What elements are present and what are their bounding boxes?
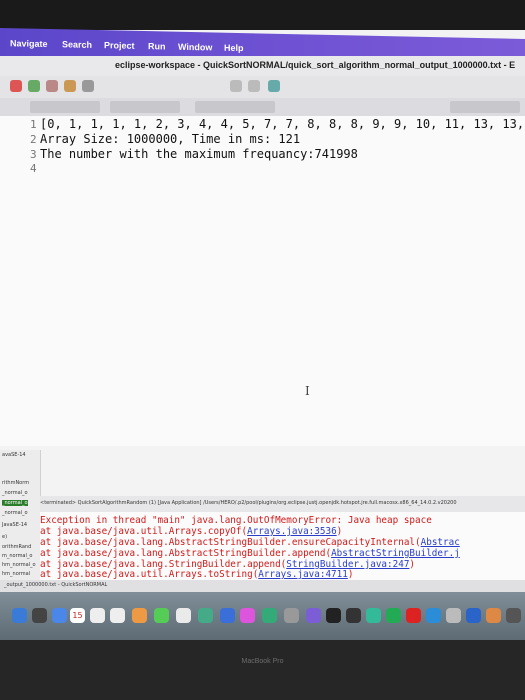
back-icon[interactable]: [230, 80, 242, 92]
safari-icon[interactable]: [52, 608, 67, 623]
line-number: 4: [30, 162, 37, 175]
text-cursor-icon: I: [305, 384, 310, 398]
stack-link[interactable]: Arrays.java:4711: [258, 569, 348, 580]
numbers-icon[interactable]: [262, 608, 277, 623]
tree-item[interactable]: JavaSE-14: [2, 522, 27, 528]
tree-item[interactable]: e): [2, 534, 7, 540]
console-line: at java.base/java.lang.AbstractStringBui…: [40, 548, 460, 559]
pin-icon[interactable]: [268, 80, 280, 92]
console-terminated-label: <terminated> QuickSortAlgorithmRandom (1…: [40, 500, 457, 506]
console-text: Exception in thread "main" java.lang.Out…: [40, 515, 432, 526]
menu-project[interactable]: Project: [104, 40, 135, 51]
reminders-icon[interactable]: [110, 608, 125, 623]
stack-link[interactable]: Abstrac: [421, 537, 460, 548]
title-bar: eclipse-workspace - QuickSortNORMAL/quic…: [0, 56, 525, 78]
menu-run[interactable]: Run: [148, 41, 166, 51]
console-header: <terminated> QuickSortAlgorithmRandom (1…: [40, 496, 525, 512]
vscode-icon[interactable]: [366, 608, 381, 623]
line-number: 2: [30, 133, 37, 146]
laptop-brand-label: MacBook Pro: [241, 658, 284, 665]
powerpoint-icon[interactable]: [486, 608, 501, 623]
console-text: ): [347, 569, 354, 580]
tree-item[interactable]: _normal_o: [2, 510, 28, 516]
podcasts-icon[interactable]: [240, 608, 255, 623]
preview-icon[interactable]: [446, 608, 461, 623]
console-text: ): [409, 559, 416, 570]
discord-icon[interactable]: [306, 608, 321, 623]
menu-search[interactable]: Search: [62, 39, 92, 50]
toolbar: [0, 76, 525, 99]
build-icon[interactable]: [46, 80, 58, 92]
tree-item[interactable]: avaSE-14: [2, 452, 26, 458]
console-text: at java.base/java.lang.AbstractStringBui…: [40, 548, 332, 559]
stack-link[interactable]: AbstractStringBuilder.j: [331, 548, 460, 559]
console-text: at java.base/java.util.Arrays.copyOf(: [40, 526, 248, 537]
top-bezel: [0, 0, 525, 30]
tree-item[interactable]: _normal_o: [2, 500, 28, 506]
tree-item[interactable]: m_normal_o: [2, 553, 32, 559]
tree-item[interactable]: rithmNorm: [2, 480, 29, 486]
editor-tabs: [0, 98, 525, 116]
maps-icon[interactable]: [176, 608, 191, 623]
eclipse-icon[interactable]: [346, 608, 361, 623]
tab-quicksort[interactable]: [30, 101, 100, 113]
appstore-icon[interactable]: [220, 608, 235, 623]
console-line: at java.base/java.util.Arrays.copyOf(Arr…: [40, 526, 342, 537]
window-title: eclipse-workspace - QuickSortNORMAL/quic…: [115, 60, 516, 70]
trash-icon[interactable]: [506, 608, 521, 623]
new-icon[interactable]: [64, 80, 76, 92]
console-text: ): [336, 526, 343, 537]
console-text: at java.base/java.util.Arrays.toString(: [40, 569, 259, 580]
java-icon[interactable]: [426, 608, 441, 623]
terminal-icon[interactable]: [326, 608, 341, 623]
menu-window[interactable]: Window: [178, 42, 212, 53]
tab-output-2[interactable]: [450, 101, 520, 113]
notes-icon[interactable]: [90, 608, 105, 623]
laptop-bezel: [0, 640, 525, 700]
dock: 15: [0, 592, 525, 640]
console-output[interactable]: Exception in thread "main" java.lang.Out…: [40, 512, 525, 582]
finder-icon[interactable]: [12, 608, 27, 623]
menu-help[interactable]: Help: [224, 43, 244, 53]
debug-icon[interactable]: [10, 80, 22, 92]
console-line: at java.base/java.lang.AbstractStringBui…: [40, 537, 460, 548]
open-icon[interactable]: [82, 80, 94, 92]
package-explorer: avaSE-14 rithmNorm _normal_o _normal_o _…: [0, 450, 41, 580]
console-line: at java.base/java.util.Arrays.toString(A…: [40, 569, 353, 580]
line-number: 3: [30, 148, 37, 161]
status-text: _output_1000000.txt - QuickSortNORMAL: [4, 582, 108, 588]
tree-item[interactable]: _normal_o: [2, 490, 28, 496]
editor-line: [0, 1, 1, 1, 1, 2, 3, 4, 4, 5, 7, 7, 8, …: [40, 117, 525, 131]
line-number: 1: [30, 118, 37, 131]
excel-icon[interactable]: [386, 608, 401, 623]
calendar-icon[interactable]: 15: [70, 608, 85, 623]
acrobat-icon[interactable]: [406, 608, 421, 623]
launchpad-icon[interactable]: [32, 608, 47, 623]
text-editor[interactable]: 1 [0, 1, 1, 1, 1, 2, 3, 4, 4, 5, 7, 7, 8…: [0, 116, 525, 446]
messages-icon[interactable]: [154, 608, 169, 623]
editor-line: The number with the maximum frequancy:74…: [40, 147, 358, 161]
photos-icon[interactable]: [132, 608, 147, 623]
tree-item[interactable]: hm_normal_o: [2, 562, 36, 568]
tab-quicksort-random[interactable]: [110, 101, 180, 113]
facetime-icon[interactable]: [198, 608, 213, 623]
tab-output[interactable]: [195, 101, 275, 113]
word-icon[interactable]: [466, 608, 481, 623]
tree-item[interactable]: orithmRand: [2, 544, 31, 550]
stack-link[interactable]: Arrays.java:3536: [247, 526, 337, 537]
forward-icon[interactable]: [248, 80, 260, 92]
editor-line: Array Size: 1000000, Time in ms: 121: [40, 132, 301, 146]
run-icon[interactable]: [28, 80, 40, 92]
tree-item[interactable]: hm_normal: [2, 571, 30, 577]
screen: Navigate Search Project Run Window Help …: [0, 0, 525, 640]
console-text: at java.base/java.lang.AbstractStringBui…: [40, 537, 421, 548]
status-bar: _output_1000000.txt - QuickSortNORMAL: [0, 580, 525, 592]
menu-navigate[interactable]: Navigate: [10, 38, 48, 49]
console-line: Exception in thread "main" java.lang.Out…: [40, 515, 432, 526]
settings-icon[interactable]: [284, 608, 299, 623]
